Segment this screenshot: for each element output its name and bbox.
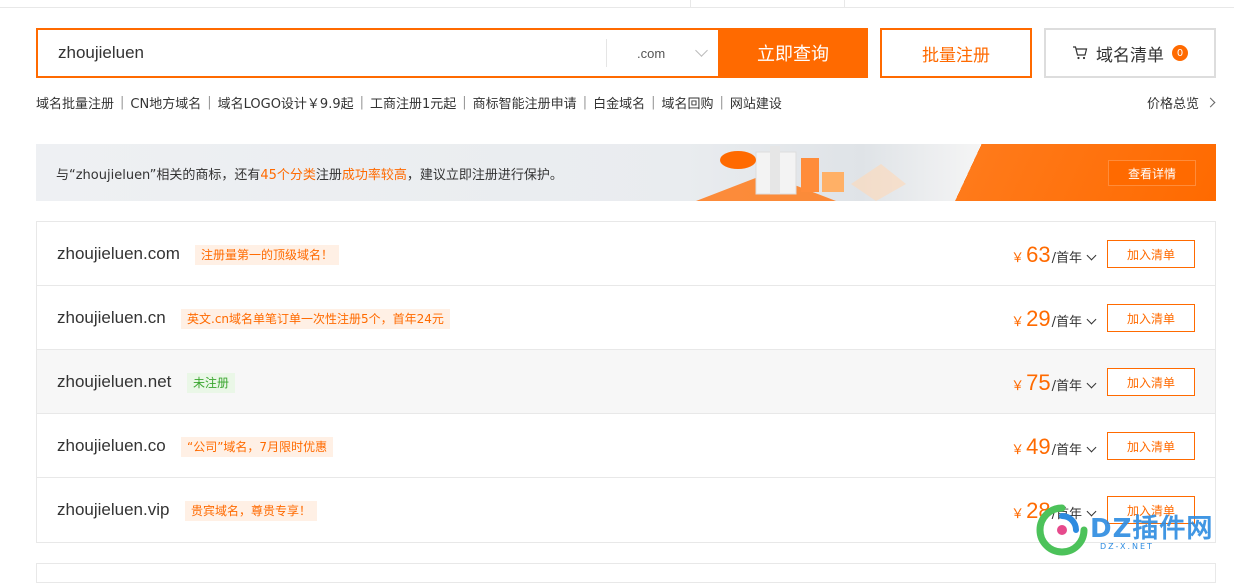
chevron-down-icon [1086,378,1097,389]
domain-result-row: zhoujieluen.cn 英文.cn域名单笔订单一次性注册5个，首年24元 … [37,286,1215,350]
trademark-banner: 与“zhoujieluen”相关的商标，还有45个分类注册成功率较高，建议立即注… [36,144,1216,201]
domain-name[interactable]: zhoujieluen.vip [57,500,169,520]
quick-link-bulk-register[interactable]: 域名批量注册 [36,93,114,112]
link-separator: | [120,95,125,110]
banner-message: 与“zhoujieluen”相关的商标，还有45个分类注册成功率较高，建议立即注… [56,164,563,183]
tld-dropdown[interactable]: .com [606,39,718,67]
banner-text-part: 与“zhoujieluen”相关的商标，还有 [56,168,261,183]
price-overview-link[interactable]: 价格总览 [1146,93,1216,112]
chevron-down-icon [1086,314,1097,325]
domain-result-row: zhoujieluen.co “公司”域名，7月限时优惠 ￥ 49/首年 加入清单 [37,414,1215,478]
domain-tag: 英文.cn域名单笔订单一次性注册5个，首年24元 [181,309,450,329]
price-unit: /首年 [1051,379,1082,394]
quick-link-trademark[interactable]: 商标智能注册申请 [473,93,577,112]
domain-result-row: zhoujieluen.net 未注册 ￥ 75/首年 加入清单 [37,350,1215,414]
watermark-text: DZ插件网 [1090,514,1214,544]
banner-text-part: 注册 [315,168,342,183]
search-button[interactable]: 立即查询 [718,28,868,78]
quick-link-cn-local[interactable]: CN地方域名 [130,93,201,112]
tld-selected-value: .com [637,45,666,61]
domain-price[interactable]: ￥ 49/首年 [1011,434,1097,460]
quick-link-domain-buyback[interactable]: 域名回购 [661,93,713,112]
price-unit: /首年 [1051,251,1082,266]
link-separator: | [582,95,588,110]
domain-name[interactable]: zhoujieluen.net [57,372,171,392]
domain-tag: 贵宾域名，尊贵专享！ [185,501,318,521]
nav-divider [844,0,845,8]
domain-tag: “公司”域名，7月限时优惠 [181,437,334,457]
nav-divider [690,0,691,8]
add-to-list-button[interactable]: 加入清单 [1107,432,1195,460]
add-to-list-button[interactable]: 加入清单 [1107,240,1195,268]
currency-symbol: ￥ [1011,379,1025,394]
link-separator: | [651,95,656,110]
domain-cart-button[interactable]: 域名清单 0 [1044,28,1216,78]
top-nav-strip [0,0,1234,8]
price-overview-label: 价格总览 [1146,97,1199,112]
next-section-box [36,563,1216,583]
domain-search-bar: .com 立即查询 [36,28,868,78]
quick-link-logo-design[interactable]: 域名LOGO设计￥9.9起 [218,93,354,112]
currency-symbol: ￥ [1011,251,1025,266]
domain-status-tag: 未注册 [187,373,236,393]
domain-name[interactable]: zhoujieluen.com [57,244,180,264]
add-to-list-button[interactable]: 加入清单 [1107,368,1195,396]
banner-highlight: 成功率较高 [341,168,407,183]
quick-links: 域名批量注册 | CN地方域名 | 域名LOGO设计￥9.9起 | 工商注册1元起 | … [36,93,782,112]
currency-symbol: ￥ [1011,443,1025,458]
cart-label: 域名清单 [1096,45,1164,66]
site-watermark: DZ插件网 DZ-X.NET [1030,500,1230,560]
domain-tag: 注册量第一的顶级域名！ [195,245,340,265]
quick-link-business-registration[interactable]: 工商注册1元起 [370,93,456,112]
cart-count-badge: 0 [1172,45,1188,61]
domain-search-input[interactable] [38,30,606,76]
www-illustration-icon [696,146,906,201]
cart-icon [1073,46,1088,60]
watermark-subtext: DZ-X.NET [1100,542,1154,551]
add-to-list-button[interactable]: 加入清单 [1107,304,1195,332]
domain-result-row: zhoujieluen.com 注册量第一的顶级域名！ ￥ 63/首年 加入清单 [37,222,1215,286]
chevron-down-icon [1086,442,1097,453]
domain-results-list: zhoujieluen.com 注册量第一的顶级域名！ ￥ 63/首年 加入清单 … [36,221,1216,543]
chevron-right-icon [1205,97,1216,108]
currency-symbol: ￥ [1011,315,1025,330]
price-value: 75 [1026,370,1051,395]
price-unit: /首年 [1051,443,1082,458]
dz-logo-icon [1036,504,1088,556]
price-value: 29 [1026,306,1051,331]
link-separator: | [207,95,212,110]
chevron-down-icon [695,44,708,57]
link-separator: | [359,95,364,110]
bulk-register-button[interactable]: 批量注册 [880,28,1032,78]
view-details-button[interactable]: 查看详情 [1108,160,1196,186]
currency-symbol: ￥ [1011,507,1025,522]
price-unit: /首年 [1051,315,1082,330]
domain-price[interactable]: ￥ 29/首年 [1011,306,1097,332]
quick-link-platinum-domain[interactable]: 白金域名 [593,93,645,112]
chevron-down-icon [1086,250,1097,261]
banner-highlight: 45个分类 [260,168,316,183]
domain-price[interactable]: ￥ 63/首年 [1011,242,1097,268]
domain-name[interactable]: zhoujieluen.co [57,436,166,456]
link-separator: | [719,95,724,110]
domain-price[interactable]: ￥ 75/首年 [1011,370,1097,396]
link-separator: | [462,95,467,110]
domain-name[interactable]: zhoujieluen.cn [57,308,166,328]
price-value: 49 [1026,434,1051,459]
banner-text-part: ，建议立即注册进行保护。 [406,168,563,183]
quick-link-website-building[interactable]: 网站建设 [730,93,782,112]
price-value: 63 [1026,242,1051,267]
